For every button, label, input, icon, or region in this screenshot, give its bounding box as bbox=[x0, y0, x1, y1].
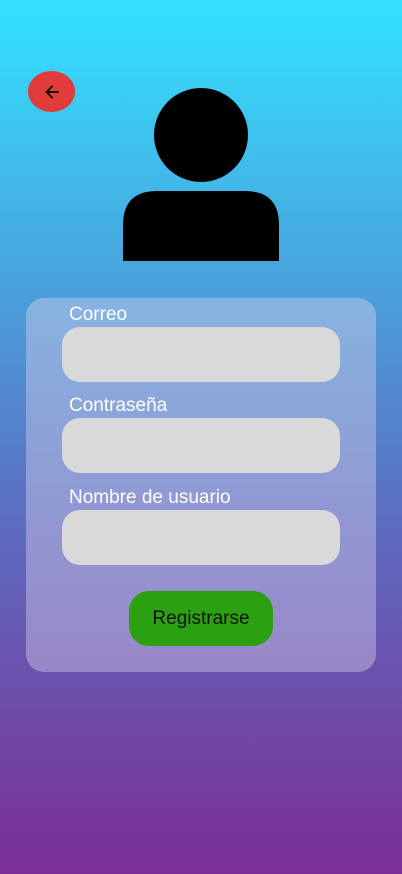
username-label: Nombre de usuario bbox=[69, 487, 231, 508]
register-screen: { "colors": { "gradient_top": "#33e2ff",… bbox=[0, 0, 402, 874]
username-field[interactable] bbox=[62, 510, 340, 565]
back-button[interactable] bbox=[28, 71, 75, 112]
email-field[interactable] bbox=[62, 327, 340, 382]
arrow-left-icon bbox=[42, 82, 62, 102]
password-field[interactable] bbox=[62, 418, 340, 473]
register-button[interactable]: Registrarse bbox=[129, 591, 273, 646]
user-silhouette-icon bbox=[123, 88, 279, 261]
password-label: Contraseña bbox=[69, 395, 168, 416]
avatar bbox=[123, 87, 279, 261]
register-form: Correo Contraseña Nombre de usuario Regi… bbox=[26, 298, 376, 672]
email-label: Correo bbox=[69, 304, 128, 325]
